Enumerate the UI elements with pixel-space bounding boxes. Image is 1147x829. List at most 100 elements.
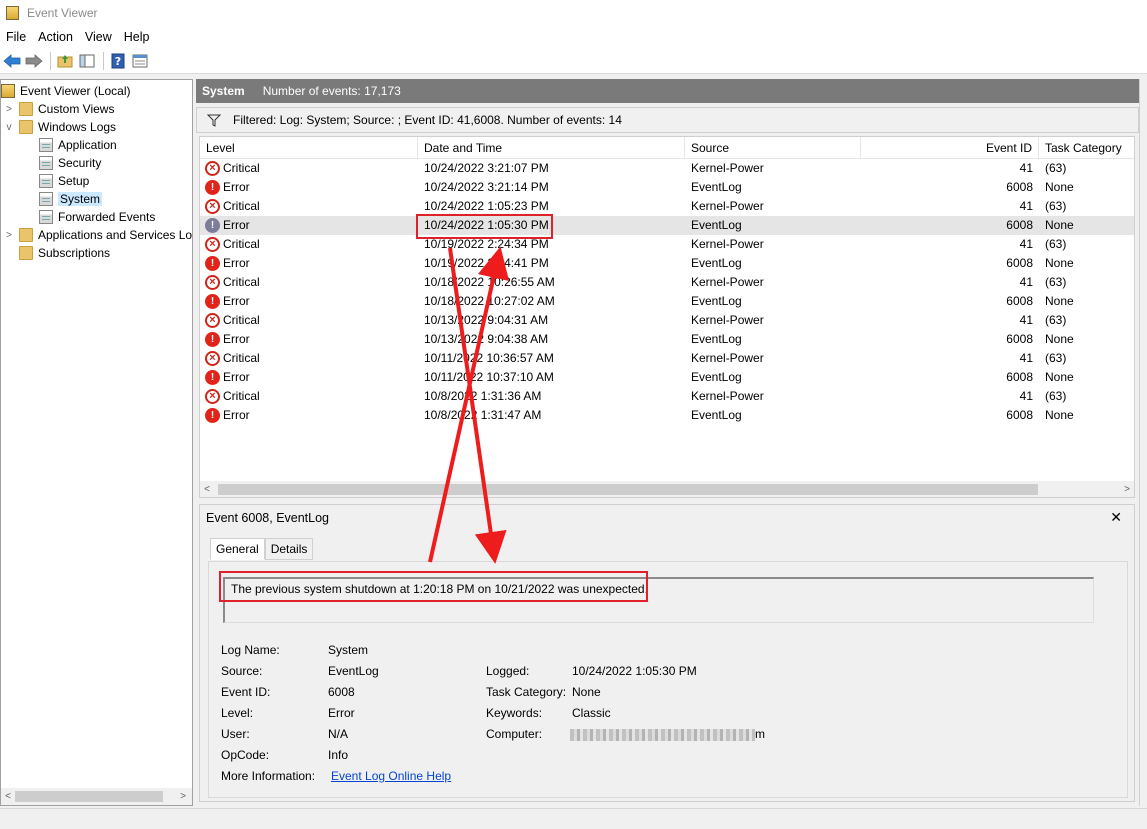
critical-icon: × [205,237,220,252]
critical-icon: × [205,351,220,366]
tree-item-windows-logs[interactable]: v Windows Logs [3,118,116,136]
menu-file[interactable]: File [0,30,32,44]
menu-view[interactable]: View [79,30,118,44]
table-row[interactable]: × Critical 10/8/2022 1:31:36 AM Kernel-Powe… [200,387,1134,406]
table-row[interactable]: × Critical 10/13/2022 9:04:31 AM Kernel-Pow… [200,311,1134,330]
scrollbar-thumb[interactable] [218,484,1038,495]
scroll-left-icon[interactable]: < [200,481,214,497]
cell-level: Critical [223,389,260,403]
tab-details[interactable]: Details [264,538,314,560]
cell-event-id: 6008 [1006,294,1033,308]
cell-event-id: 41 [1019,161,1033,175]
table-row[interactable]: ! Error 10/13/2022 9:04:38 AM EventLog 6008 N… [200,330,1134,349]
chevron-right-icon[interactable]: > [3,230,15,241]
properties-icon[interactable] [130,51,150,71]
title-bar: Event Viewer [0,0,1147,26]
detail-tabs: General Details [210,538,314,560]
menu-bar: File Action View Help [0,26,1147,48]
cell-task-category: None [1045,332,1074,346]
cell-level: Error [223,370,250,384]
event-log-online-help-link[interactable]: Event Log Online Help [331,769,451,783]
close-icon[interactable]: ✕ [1110,509,1122,526]
scrollbar-thumb[interactable] [15,791,163,802]
event-viewer-icon [6,6,19,20]
table-row[interactable]: × Critical 10/18/2022 10:26:55 AM Kernel-Po… [200,273,1134,292]
cell-date-time: 10/8/2022 1:31:47 AM [424,408,542,422]
table-row[interactable]: ! Error 10/24/2022 1:05:30 PM EventLog 6008 N… [200,216,1134,235]
chevron-down-icon[interactable]: v [3,122,15,133]
navigation-tree: Event Viewer (Local) > Custom Views v Wi… [0,79,193,806]
cell-date-time: 10/11/2022 10:37:10 AM [424,370,554,384]
toolbar-separator [50,51,51,70]
value-log-name: System [328,643,369,657]
cell-task-category: None [1045,294,1074,308]
cell-event-id: 6008 [1006,408,1033,422]
cell-date-time: 10/8/2022 1:31:36 AM [424,389,542,403]
value-task-category: None [572,685,601,699]
table-row[interactable]: ! Error 10/24/2022 3:21:14 PM EventLog 6008 N… [200,178,1134,197]
value-user: N/A [328,727,349,741]
table-row[interactable]: ! Error 10/8/2022 1:31:47 AM EventLog 6008 No… [200,406,1134,425]
cell-task-category: (63) [1045,389,1067,403]
cell-task-category: None [1045,370,1074,384]
cell-source: EventLog [691,332,742,346]
tree-item-event-viewer-local[interactable]: Event Viewer (Local) [1,82,131,100]
table-header: Level Date and Time Source Event ID Task… [200,137,1134,159]
tree-item-custom-views[interactable]: > Custom Views [3,100,114,118]
column-task-category[interactable]: Task Category [1039,137,1134,159]
toolbar-separator [103,51,104,70]
scroll-right-icon[interactable]: > [1120,481,1134,497]
scroll-right-icon[interactable]: > [176,788,190,805]
show-hide-tree-icon[interactable] [77,51,97,71]
tree-item-security[interactable]: Security [39,154,101,172]
menu-help[interactable]: Help [118,30,156,44]
annotation-message-highlight [219,571,648,602]
window-title: Event Viewer [27,6,98,20]
critical-icon: × [205,313,220,328]
table-horizontal-scrollbar[interactable]: < > [200,481,1134,497]
table-row[interactable]: × Critical 10/19/2022 2:24:34 PM Kernel-Pow… [200,235,1134,254]
table-row[interactable]: ! Error 10/19/2022 2:24:41 PM EventLog 6008 N… [200,254,1134,273]
log-header: System Number of events: 17,173 [196,79,1139,103]
up-folder-icon[interactable] [55,51,75,71]
help-icon[interactable]: ? [108,51,128,71]
scroll-left-icon[interactable]: < [1,788,15,805]
tree-item-application[interactable]: Application [39,136,117,154]
cell-date-time: 10/11/2022 10:36:57 AM [424,351,554,365]
right-vertical-scrollbar[interactable] [1139,79,1147,806]
tree-item-forwarded-events[interactable]: Forwarded Events [39,208,155,226]
tree-item-subscriptions[interactable]: Subscriptions [19,244,110,262]
column-event-id[interactable]: Event ID [861,137,1039,159]
menu-action[interactable]: Action [32,30,79,44]
cell-level: Critical [223,199,260,213]
events-table: Level Date and Time Source Event ID Task… [199,136,1135,498]
table-row[interactable]: ! Error 10/11/2022 10:37:10 AM EventLog 6008… [200,368,1134,387]
cell-date-time: 10/19/2022 2:24:41 PM [424,256,549,270]
cell-level: Error [223,180,250,194]
forward-icon[interactable] [24,51,44,71]
log-view-pane: System Number of events: 17,173 Filtered… [196,79,1139,806]
tree-item-system[interactable]: System [39,190,103,208]
tab-general[interactable]: General [210,538,265,560]
cell-source: Kernel-Power [691,237,764,251]
tree-item-setup[interactable]: Setup [39,172,89,190]
back-icon[interactable] [2,51,22,71]
critical-icon: × [205,161,220,176]
column-date-time[interactable]: Date and Time [418,137,685,159]
table-row[interactable]: × Critical 10/11/2022 10:36:57 AM Kernel-Po… [200,349,1134,368]
svg-text:?: ? [115,55,121,68]
cell-source: EventLog [691,218,742,232]
log-icon [39,138,53,152]
left-horizontal-scrollbar[interactable]: < > [1,788,192,805]
label-user: User: [221,727,250,741]
tree-item-applications-and-services[interactable]: > Applications and Services Lo [3,226,192,244]
column-source[interactable]: Source [685,137,861,159]
table-row[interactable]: ! Error 10/18/2022 10:27:02 AM EventLog 6008… [200,292,1134,311]
table-row[interactable]: × Critical 10/24/2022 1:05:23 PM Kernel-Pow… [200,197,1134,216]
folder-icon [19,228,33,242]
chevron-right-icon[interactable]: > [3,104,15,115]
column-level[interactable]: Level [200,137,418,159]
detail-title: Event 6008, EventLog [206,511,330,525]
table-row[interactable]: × Critical 10/24/2022 3:21:07 PM Kernel-Pow… [200,159,1134,178]
cell-source: Kernel-Power [691,351,764,365]
